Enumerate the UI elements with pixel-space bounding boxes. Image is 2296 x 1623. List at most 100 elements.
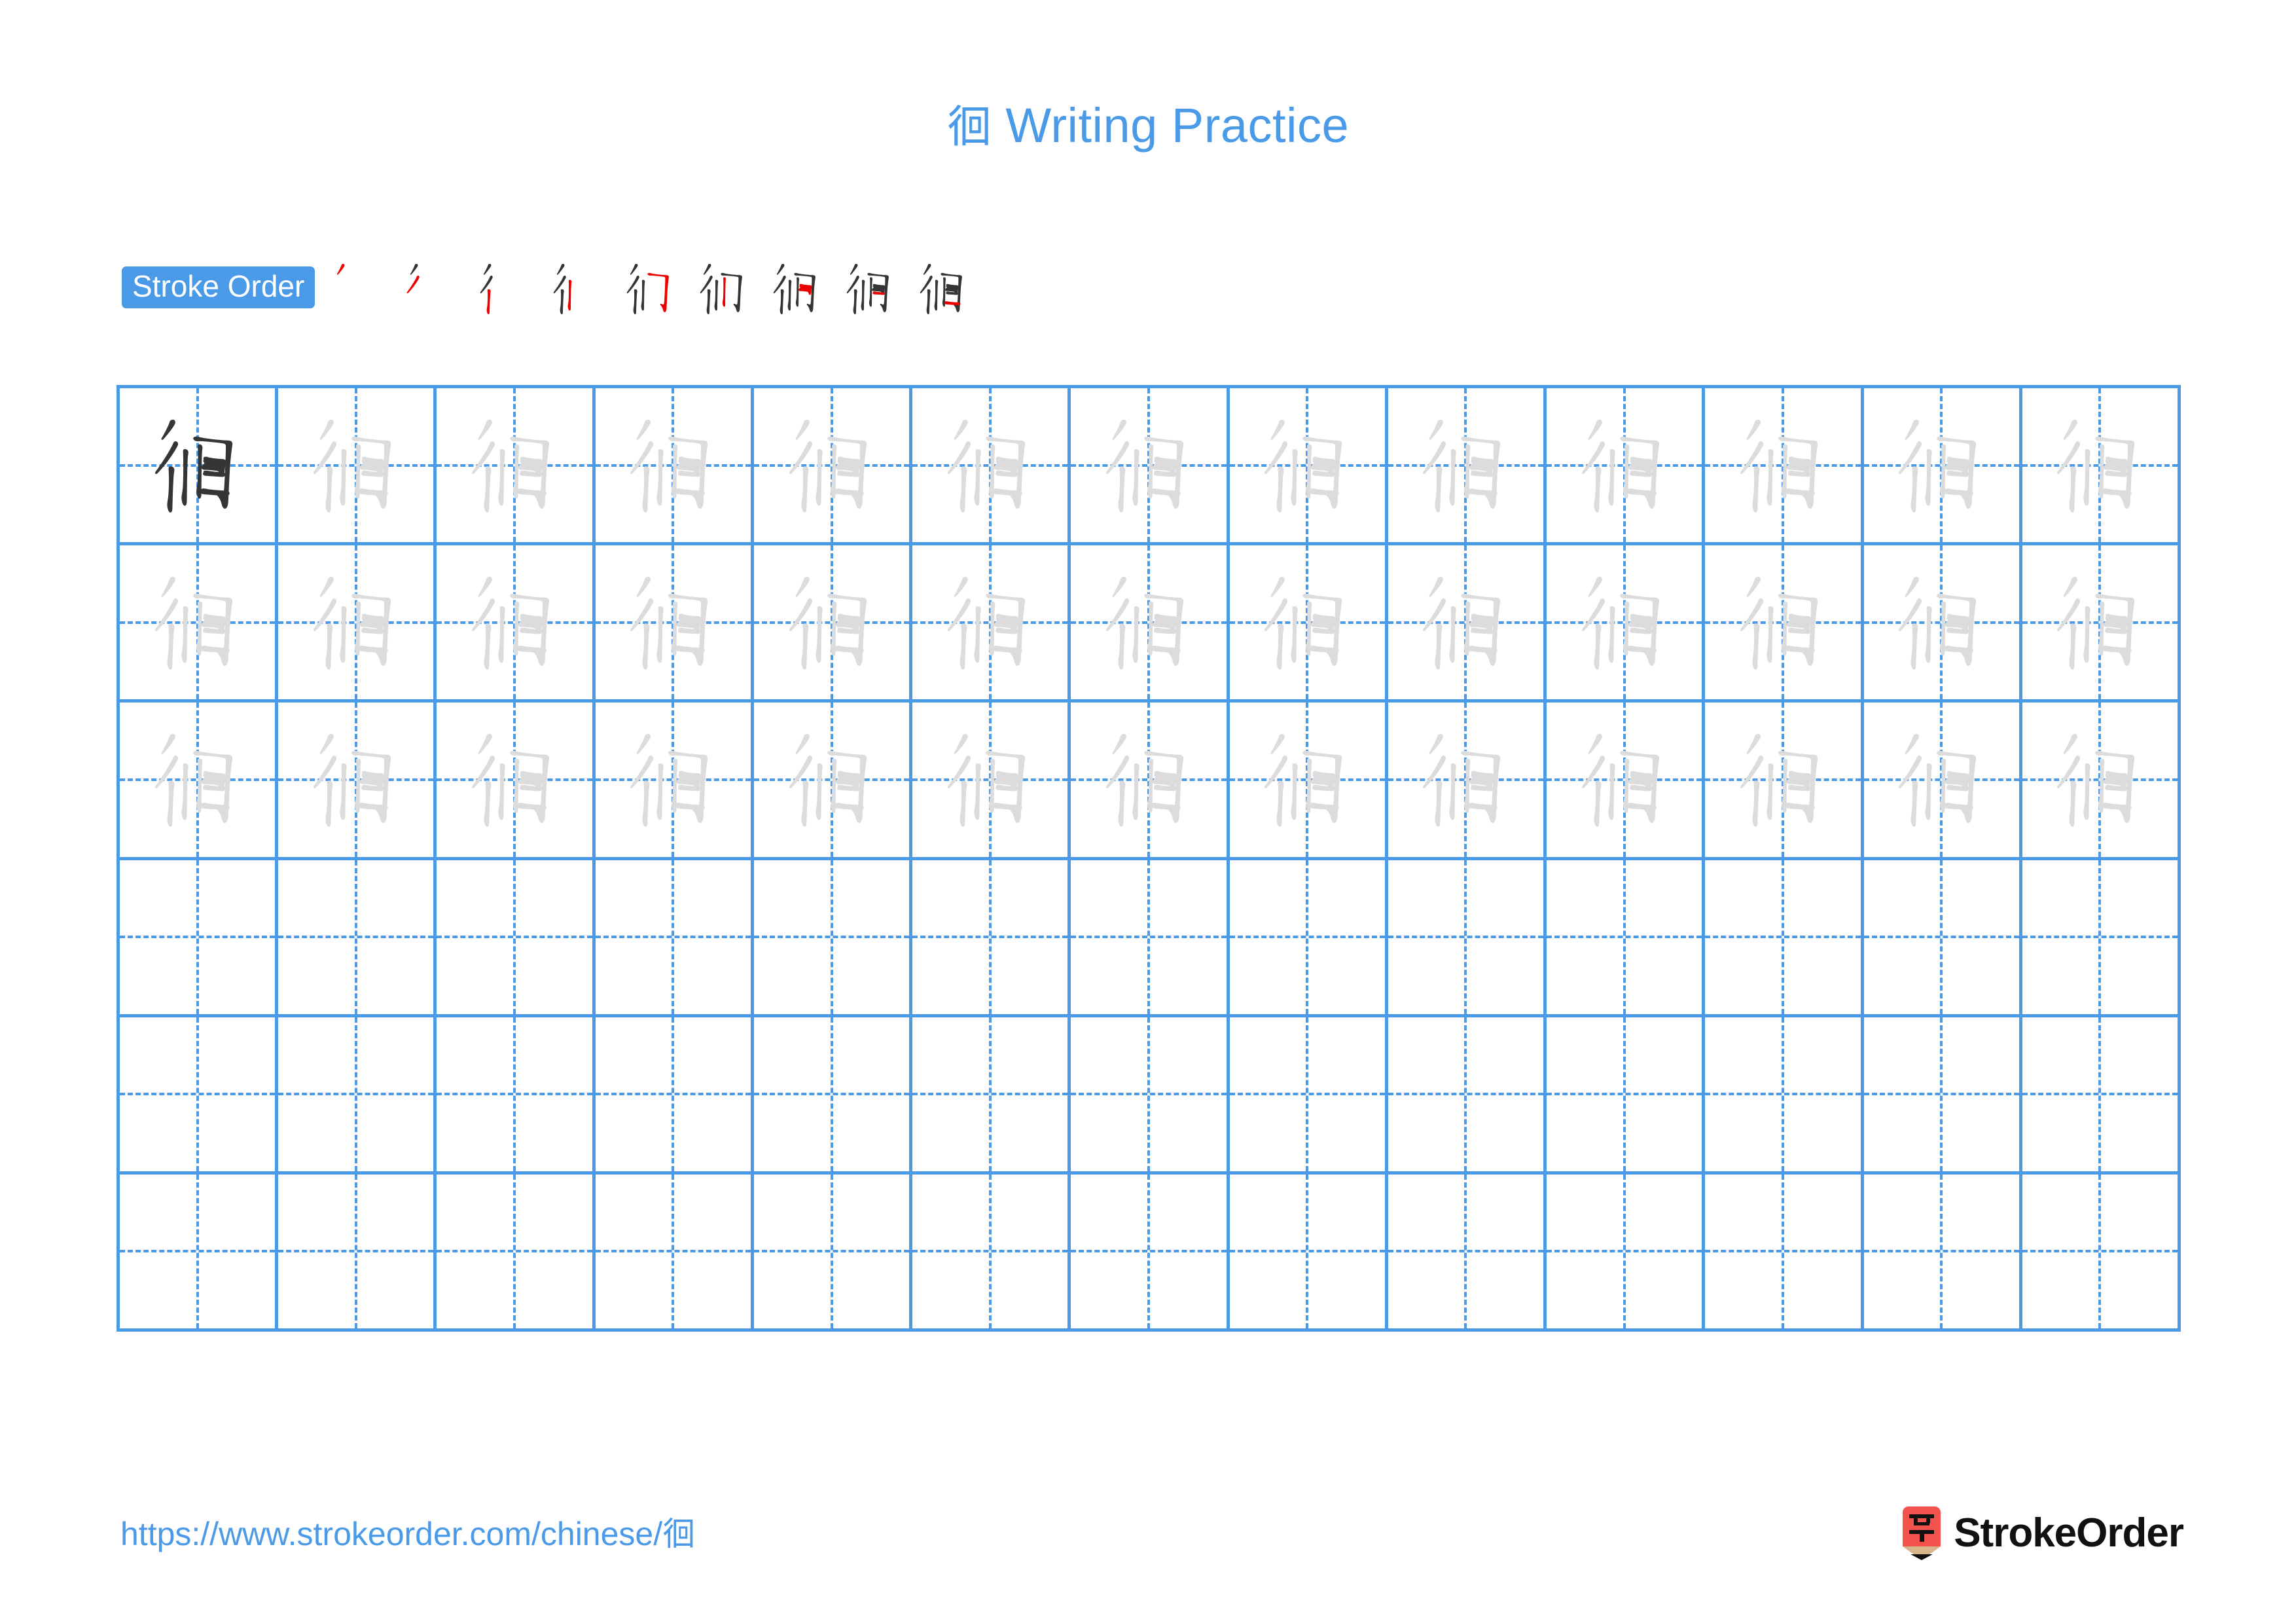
practice-cell[interactable] xyxy=(1388,388,1547,546)
practice-cell[interactable] xyxy=(1388,1174,1547,1332)
practice-cell[interactable] xyxy=(595,388,754,546)
model-character xyxy=(120,388,275,542)
practice-cell[interactable] xyxy=(1863,1017,2022,1175)
practice-cell[interactable] xyxy=(1229,1174,1388,1332)
practice-cell[interactable] xyxy=(2022,1017,2181,1175)
practice-cell[interactable] xyxy=(278,860,437,1017)
practice-grid-row xyxy=(120,860,2181,1017)
practice-cell[interactable] xyxy=(1071,388,1230,546)
practice-cell[interactable] xyxy=(1229,702,1388,860)
practice-cell[interactable] xyxy=(753,1174,913,1332)
practice-cell[interactable] xyxy=(2022,702,2181,860)
practice-cell[interactable] xyxy=(1388,1017,1547,1175)
practice-cell[interactable] xyxy=(120,1017,279,1175)
stroke-order-badge: Stroke Order xyxy=(122,266,315,308)
practice-cell[interactable] xyxy=(120,1174,279,1332)
practice-cell[interactable] xyxy=(120,545,279,703)
practice-cell[interactable] xyxy=(595,702,754,860)
practice-cell[interactable] xyxy=(278,1017,437,1175)
practice-cell[interactable] xyxy=(2022,388,2181,546)
trace-character xyxy=(1547,545,1702,699)
practice-cell[interactable] xyxy=(1071,545,1230,703)
practice-cell[interactable] xyxy=(1388,545,1547,703)
practice-cell[interactable] xyxy=(278,1174,437,1332)
trace-character xyxy=(437,545,592,699)
practice-cell[interactable] xyxy=(1705,1017,1864,1175)
practice-grid-row xyxy=(120,1174,2181,1332)
stroke-step-3 xyxy=(467,252,540,325)
trace-character xyxy=(1388,388,1543,542)
trace-character xyxy=(1230,702,1385,856)
practice-cell[interactable] xyxy=(753,1017,913,1175)
practice-cell[interactable] xyxy=(120,388,279,546)
practice-cell[interactable] xyxy=(1705,702,1864,860)
practice-cell[interactable] xyxy=(437,860,596,1017)
practice-cell[interactable] xyxy=(912,1174,1071,1332)
practice-cell[interactable] xyxy=(1229,860,1388,1017)
practice-cell[interactable] xyxy=(437,1017,596,1175)
practice-cell[interactable] xyxy=(1388,860,1547,1017)
practice-cell[interactable] xyxy=(437,545,596,703)
practice-cell[interactable] xyxy=(278,388,437,546)
brand-logo[interactable]: StrokeOrder xyxy=(1901,1503,2184,1563)
trace-character xyxy=(2022,388,2178,542)
practice-cell[interactable] xyxy=(1071,860,1230,1017)
practice-cell[interactable] xyxy=(2022,1174,2181,1332)
trace-character xyxy=(278,702,433,856)
practice-cell[interactable] xyxy=(437,388,596,546)
practice-cell[interactable] xyxy=(595,1174,754,1332)
practice-cell[interactable] xyxy=(1229,388,1388,546)
stroke-step-4 xyxy=(540,252,613,325)
practice-cell[interactable] xyxy=(1071,702,1230,860)
trace-character xyxy=(1071,545,1226,699)
practice-cell[interactable] xyxy=(912,1017,1071,1175)
practice-cell[interactable] xyxy=(120,702,279,860)
practice-cell[interactable] xyxy=(1388,702,1547,860)
practice-cell[interactable] xyxy=(753,388,913,546)
practice-cell[interactable] xyxy=(437,1174,596,1332)
practice-cell[interactable] xyxy=(278,545,437,703)
practice-cell[interactable] xyxy=(912,860,1071,1017)
practice-cell[interactable] xyxy=(1705,388,1864,546)
practice-cell[interactable] xyxy=(1547,860,1706,1017)
practice-cell[interactable] xyxy=(912,545,1071,703)
stroke-order-steps xyxy=(320,252,980,325)
practice-cell[interactable] xyxy=(120,860,279,1017)
practice-grid-row xyxy=(120,1017,2181,1175)
practice-cell[interactable] xyxy=(1071,1017,1230,1175)
practice-cell[interactable] xyxy=(1863,702,2022,860)
practice-cell[interactable] xyxy=(1547,1174,1706,1332)
practice-cell[interactable] xyxy=(912,388,1071,546)
practice-cell[interactable] xyxy=(1863,545,2022,703)
stroke-step-8 xyxy=(833,252,906,325)
practice-cell[interactable] xyxy=(1229,1017,1388,1175)
practice-cell[interactable] xyxy=(595,545,754,703)
practice-cell[interactable] xyxy=(1705,860,1864,1017)
practice-cell[interactable] xyxy=(595,860,754,1017)
trace-character xyxy=(912,545,1067,699)
practice-cell[interactable] xyxy=(2022,860,2181,1017)
practice-cell[interactable] xyxy=(437,702,596,860)
practice-cell[interactable] xyxy=(753,860,913,1017)
practice-cell[interactable] xyxy=(2022,545,2181,703)
practice-cell[interactable] xyxy=(1229,545,1388,703)
practice-cell[interactable] xyxy=(912,702,1071,860)
trace-character xyxy=(1547,388,1702,542)
practice-cell[interactable] xyxy=(1705,1174,1864,1332)
footer-url[interactable]: https://www.strokeorder.com/chinese/徊 xyxy=(120,1518,695,1550)
page-title: 徊 Writing Practice xyxy=(0,101,2296,150)
practice-cell[interactable] xyxy=(1547,1017,1706,1175)
practice-cell[interactable] xyxy=(278,702,437,860)
trace-character xyxy=(596,702,751,856)
practice-cell[interactable] xyxy=(1863,860,2022,1017)
practice-cell[interactable] xyxy=(1547,545,1706,703)
practice-cell[interactable] xyxy=(1863,1174,2022,1332)
practice-cell[interactable] xyxy=(1863,388,2022,546)
practice-cell[interactable] xyxy=(753,702,913,860)
practice-cell[interactable] xyxy=(1547,388,1706,546)
practice-cell[interactable] xyxy=(753,545,913,703)
practice-cell[interactable] xyxy=(1547,702,1706,860)
practice-cell[interactable] xyxy=(1705,545,1864,703)
practice-cell[interactable] xyxy=(595,1017,754,1175)
practice-cell[interactable] xyxy=(1071,1174,1230,1332)
